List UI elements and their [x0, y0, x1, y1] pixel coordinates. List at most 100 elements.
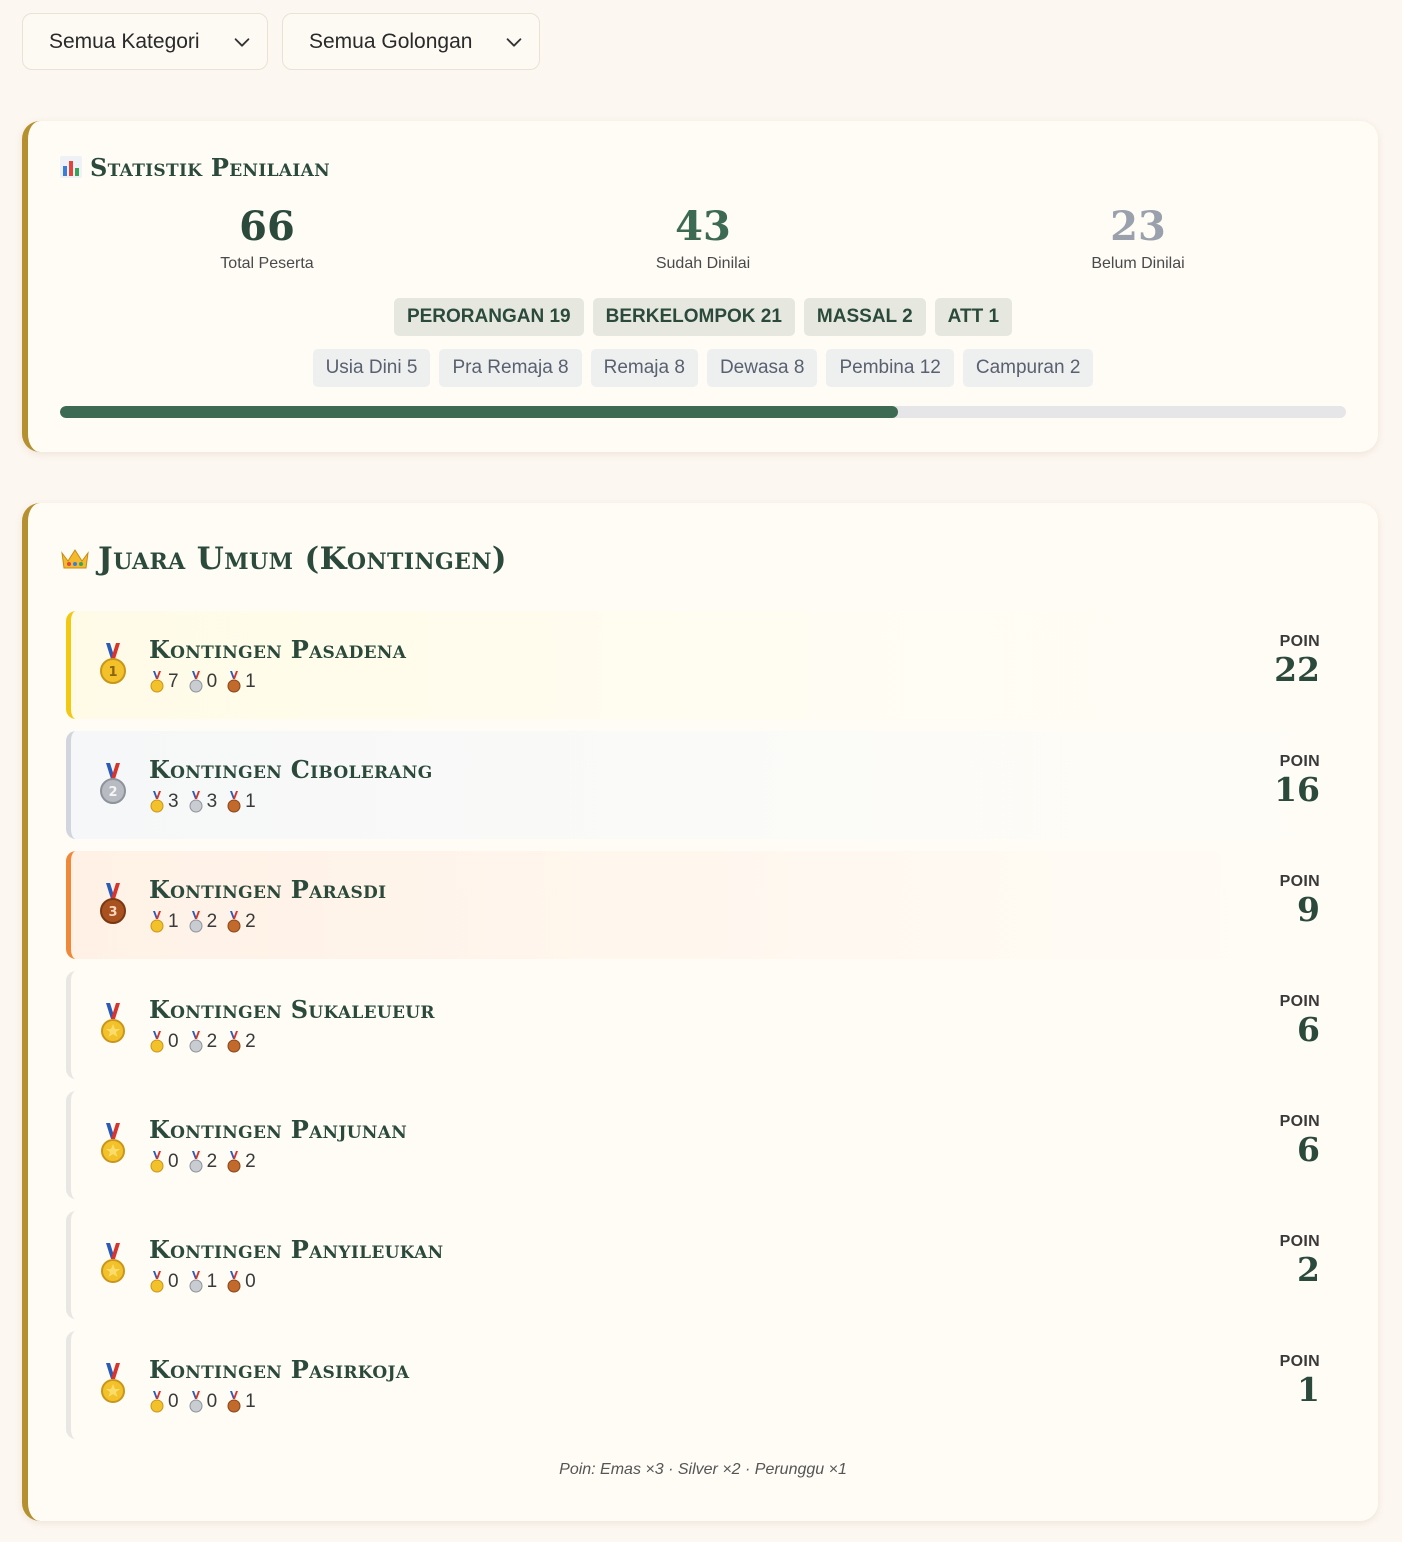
points-label: POIN	[1279, 993, 1320, 1010]
bronze-medal-icon	[227, 911, 241, 933]
bronze-count: 1	[245, 791, 256, 812]
ranking-list: 1 Kontingen Pasadena 7 0 1 POIN 22 2 Kon…	[66, 611, 1338, 1451]
golongan-chip: Remaja 8	[590, 349, 698, 387]
golongan-chip: Pra Remaja 8	[439, 349, 582, 387]
stats-card: Statistik Penilaian 66 Total Peserta 43 …	[22, 121, 1378, 452]
bar-chart-icon	[60, 156, 82, 178]
gold-medal-1-icon: 1	[100, 643, 126, 684]
stat-sudah: 43 Sudah Dinilai	[553, 203, 853, 273]
points-block: POIN 2	[1280, 1233, 1320, 1289]
points-value: 6	[1297, 1130, 1320, 1169]
bronze-medal-icon	[227, 1271, 241, 1293]
golongan-chip: Campuran 2	[962, 349, 1094, 387]
silver-count: 2	[206, 1151, 218, 1172]
bronze-medal-icon	[227, 1151, 241, 1173]
golongan-chips: Usia Dini 5 Pra Remaja 8 Remaja 8 Dewasa…	[28, 349, 1378, 387]
points-label: POIN	[1279, 873, 1320, 890]
medal-tally: 0 2 2	[149, 1031, 265, 1053]
filter-bar: Semua Kategori Semua Golongan	[22, 13, 540, 70]
points-block: POIN 22	[1274, 633, 1320, 689]
points-value: 9	[1297, 890, 1320, 929]
gold-medal-icon	[150, 791, 164, 813]
points-block: POIN 6	[1280, 993, 1320, 1049]
silver-count: 0	[206, 671, 218, 692]
svg-text:2: 2	[108, 785, 117, 800]
ranking-row: Kontingen Pasirkoja 0 0 1 POIN 1	[66, 1331, 1338, 1439]
bronze-medal-icon	[227, 791, 241, 813]
ranking-title: Juara Umum (Kontingen)	[60, 541, 507, 577]
silver-medal-icon	[189, 1031, 203, 1053]
gold-medal-icon	[150, 671, 164, 693]
silver-count: 1	[206, 1271, 218, 1292]
bronze-count: 2	[245, 1151, 256, 1172]
svg-text:3: 3	[108, 905, 117, 920]
ranking-row: Kontingen Panyileukan 0 1 0 POIN 2	[66, 1211, 1338, 1319]
chevron-down-icon	[234, 37, 250, 47]
gold-count: 7	[168, 671, 179, 692]
points-block: POIN 6	[1280, 1113, 1320, 1169]
points-value: 16	[1274, 770, 1320, 809]
kontingen-name: Kontingen Cibolerang	[149, 755, 433, 784]
bronze-count: 1	[245, 671, 256, 692]
points-label: POIN	[1279, 633, 1320, 650]
silver-medal-icon	[189, 911, 203, 933]
golongan-chip: Usia Dini 5	[312, 349, 431, 387]
bronze-medal-icon	[227, 1031, 241, 1053]
bronze-count: 2	[245, 911, 256, 932]
kontingen-name: Kontingen Panjunan	[149, 1115, 408, 1144]
stat-sudah-value: 43	[675, 203, 731, 250]
kategori-chip: MASSAL 2	[803, 298, 926, 336]
stat-belum: 23 Belum Dinilai	[988, 203, 1288, 273]
stat-sudah-label: Sudah Dinilai	[655, 255, 751, 272]
silver-count: 2	[206, 1031, 218, 1052]
silver-count: 3	[206, 791, 218, 812]
gold-count: 3	[168, 791, 179, 812]
gold-medal-icon	[150, 911, 164, 933]
stat-total-label: Total Peserta	[220, 255, 314, 272]
kontingen-name: Kontingen Pasirkoja	[149, 1355, 410, 1384]
gold-count: 0	[168, 1031, 179, 1052]
kontingen-name: Kontingen Pasadena	[149, 635, 407, 664]
ranking-row: Kontingen Panjunan 0 2 2 POIN 6	[66, 1091, 1338, 1199]
medal-tally: 0 1 0	[149, 1271, 265, 1293]
kategori-chip: ATT 1	[934, 298, 1013, 336]
bronze-count: 1	[245, 1391, 256, 1412]
stat-belum-label: Belum Dinilai	[1091, 255, 1185, 272]
golongan-chip: Dewasa 8	[706, 349, 818, 387]
ranking-card: Juara Umum (Kontingen) 1 Kontingen Pasad…	[22, 503, 1378, 1521]
bronze-count: 0	[245, 1271, 256, 1292]
points-value: 1	[1297, 1370, 1320, 1409]
svg-text:1: 1	[108, 665, 117, 680]
kategori-select[interactable]: Semua Kategori	[22, 13, 268, 70]
sports-medal-icon	[101, 1123, 125, 1163]
points-footnote: Poin: Emas ×3 · Silver ×2 · Perunggu ×1	[559, 1461, 847, 1478]
medal-tally: 1 2 2	[149, 911, 265, 933]
kategori-chip: BERKELOMPOK 21	[592, 298, 795, 336]
points-block: POIN 16	[1274, 753, 1320, 809]
crown-icon	[61, 549, 89, 569]
sports-medal-icon	[101, 1243, 125, 1283]
kategori-chip: PERORANGAN 19	[393, 298, 584, 336]
golongan-select[interactable]: Semua Golongan	[282, 13, 540, 70]
points-block: POIN 9	[1280, 873, 1320, 929]
points-value: 22	[1274, 650, 1320, 689]
kontingen-name: Kontingen Parasdi	[149, 875, 387, 904]
silver-medal-icon	[189, 1271, 203, 1293]
grading-progress-bar	[60, 406, 1346, 418]
bronze-medal-icon	[227, 1391, 241, 1413]
chevron-down-icon	[506, 37, 522, 47]
silver-medal-icon	[189, 791, 203, 813]
points-value: 6	[1297, 1010, 1320, 1049]
golongan-chip: Pembina 12	[826, 349, 954, 387]
kategori-select-value: Semua Kategori	[49, 29, 200, 53]
medal-tally: 0 0 1	[149, 1391, 265, 1413]
silver-medal-icon	[189, 1151, 203, 1173]
stat-belum-value: 23	[1110, 203, 1166, 250]
silver-medal-icon	[189, 671, 203, 693]
medal-tally: 3 3 1	[149, 791, 265, 813]
silver-medal-2-icon: 2	[100, 763, 126, 804]
sports-medal-icon	[101, 1003, 125, 1043]
points-label: POIN	[1279, 1353, 1320, 1370]
gold-medal-icon	[150, 1151, 164, 1173]
points-value: 2	[1297, 1250, 1320, 1289]
